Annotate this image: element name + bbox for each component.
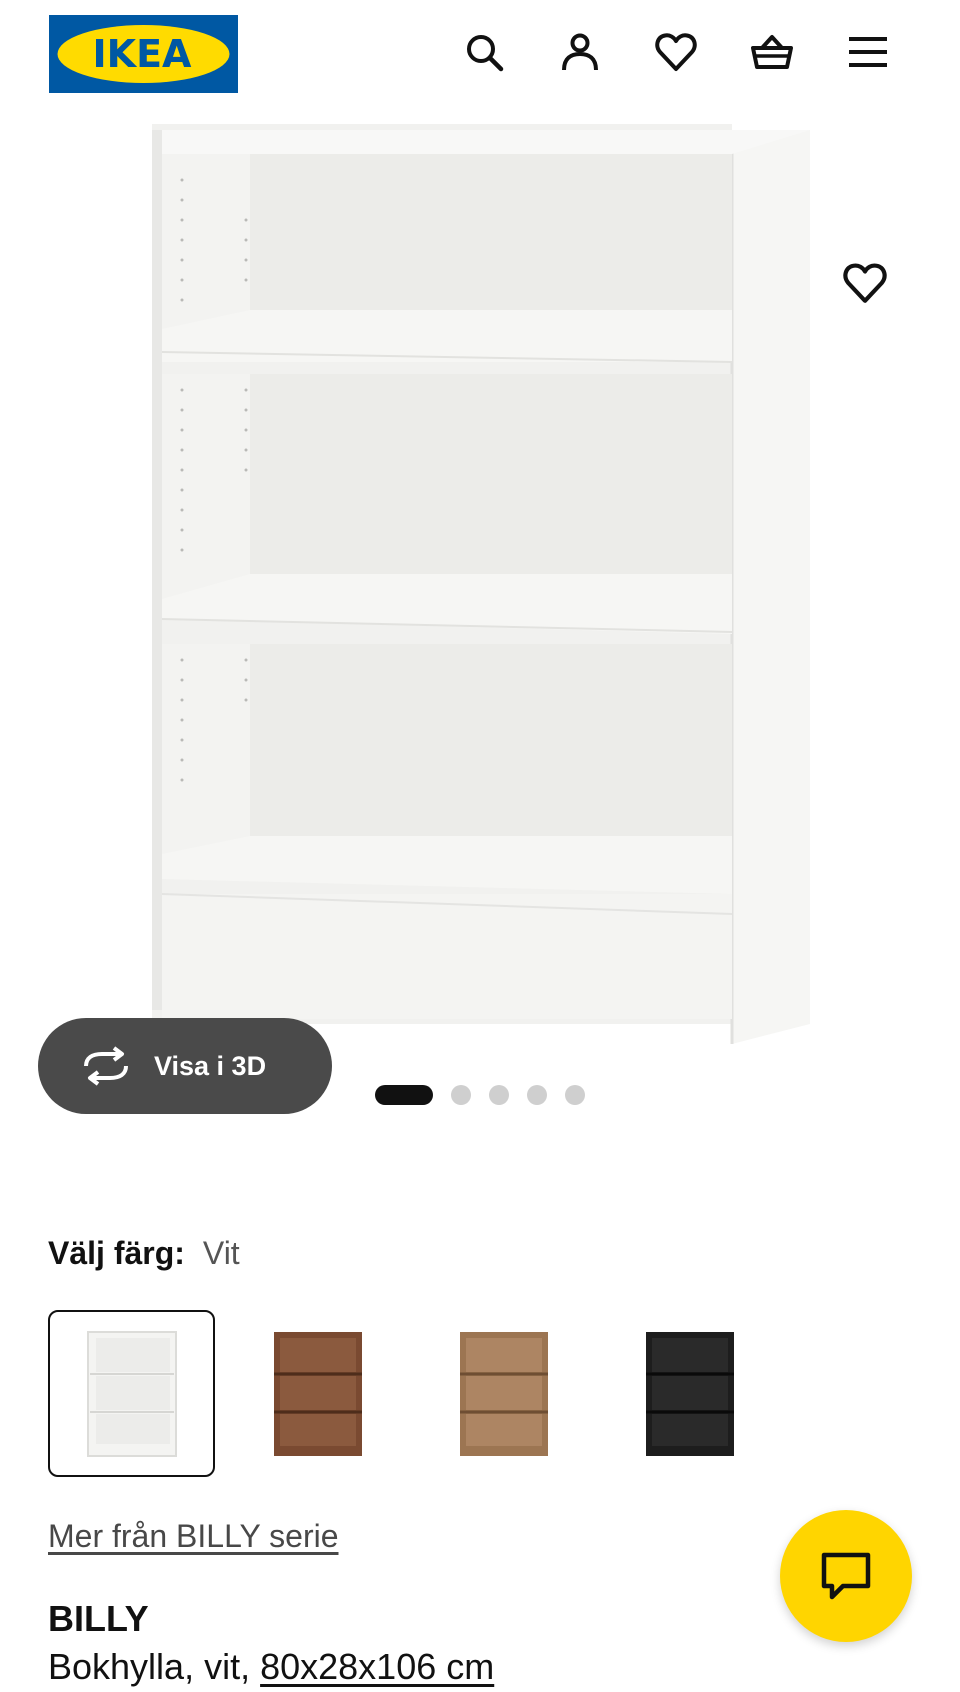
menu-icon[interactable] <box>842 26 894 78</box>
color-selector-header: Välj färg: Vit <box>48 1235 240 1272</box>
top-header: IKEA <box>0 0 960 104</box>
heart-icon[interactable] <box>650 26 702 78</box>
favorite-icon[interactable] <box>836 254 894 312</box>
gallery-dot-1[interactable] <box>375 1085 433 1105</box>
view-3d-button[interactable]: Visa i 3D <box>38 1018 332 1114</box>
gallery-dot-4[interactable] <box>527 1085 547 1105</box>
user-icon[interactable] <box>554 26 606 78</box>
color-value: Vit <box>202 1235 240 1271</box>
view-3d-label: Visa i 3D <box>154 1050 267 1081</box>
color-swatches <box>48 1310 792 1477</box>
rotate-icon <box>84 1046 128 1086</box>
chat-icon <box>821 1552 871 1600</box>
ikea-logo[interactable]: IKEA <box>49 15 238 93</box>
series-link[interactable]: Mer från BILLY serie <box>48 1518 339 1555</box>
gallery-dot-2[interactable] <box>451 1085 471 1105</box>
product-image[interactable] <box>120 124 840 1054</box>
product-gallery[interactable]: Visa i 3D <box>0 104 960 1114</box>
svg-text:IKEA: IKEA <box>93 32 193 76</box>
gallery-dot-5[interactable] <box>565 1085 585 1105</box>
gallery-dot-3[interactable] <box>489 1085 509 1105</box>
product-name: BILLY <box>48 1598 149 1639</box>
swatch-white[interactable] <box>48 1310 215 1477</box>
chat-button[interactable] <box>780 1510 912 1642</box>
product-description-text: Bokhylla, vit, <box>48 1646 261 1687</box>
color-label: Välj färg: <box>48 1235 185 1271</box>
swatch-oak-effect[interactable] <box>420 1310 587 1477</box>
basket-icon[interactable] <box>746 26 798 78</box>
swatch-brown-walnut[interactable] <box>234 1310 401 1477</box>
product-dimensions-link[interactable]: 80x28x106 cm <box>260 1646 494 1687</box>
product-description: Bokhylla, vit, 80x28x106 cm <box>48 1646 494 1688</box>
gallery-pagination <box>375 1085 585 1105</box>
product-page: IKEA Visa i 3D Välj färg: Vit Mer från B… <box>0 0 960 1692</box>
search-icon[interactable] <box>458 26 510 78</box>
swatch-black-brown[interactable] <box>606 1310 773 1477</box>
